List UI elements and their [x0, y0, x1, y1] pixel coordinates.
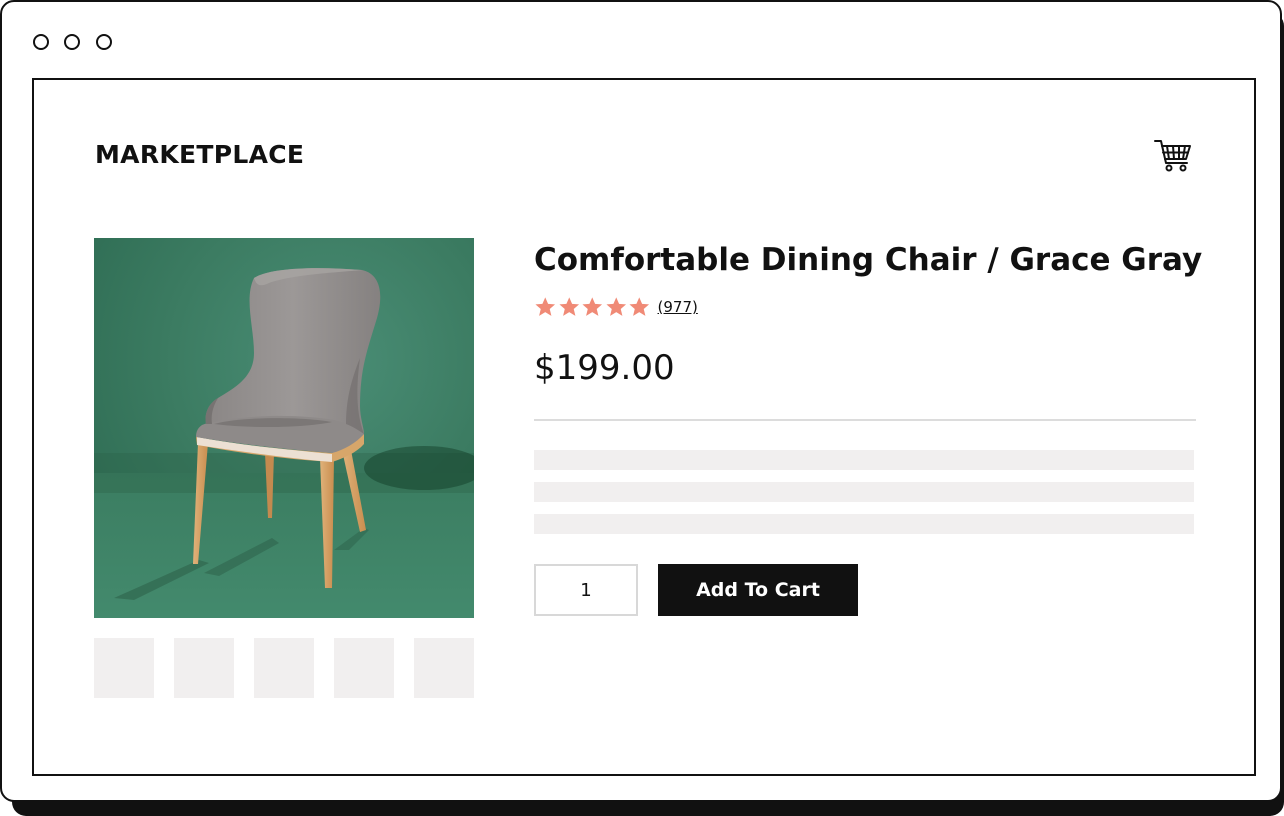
- star-icon: [558, 297, 579, 316]
- product-price: $199.00: [534, 348, 675, 388]
- divider: [534, 419, 1196, 421]
- product-title: Comfortable Dining Chair / Grace Gray: [534, 242, 1203, 278]
- description-placeholder-line: [534, 482, 1194, 502]
- star-icon: [535, 297, 556, 316]
- description-placeholder-line: [534, 450, 1194, 470]
- window-dot-minimize[interactable]: [64, 34, 80, 50]
- shopping-cart-icon: [1154, 140, 1191, 172]
- star-icon: [582, 297, 603, 316]
- thumbnail-2[interactable]: [174, 638, 234, 698]
- product-rating: (977): [534, 294, 698, 320]
- window-dot-maximize[interactable]: [96, 34, 112, 50]
- star-rating: [534, 296, 651, 318]
- thumbnail-5[interactable]: [414, 638, 474, 698]
- review-count-link[interactable]: (977): [658, 298, 698, 316]
- description-placeholder-line: [534, 514, 1194, 534]
- thumbnail-1[interactable]: [94, 638, 154, 698]
- thumbnail-3[interactable]: [254, 638, 314, 698]
- page-viewport: MARKETPLACE Comfortable Dining Chair / G…: [32, 78, 1256, 776]
- browser-window: MARKETPLACE Comfortable Dining Chair / G…: [0, 0, 1282, 802]
- window-dot-close[interactable]: [33, 34, 49, 50]
- star-icon: [629, 297, 650, 316]
- product-main-image[interactable]: [94, 238, 474, 618]
- quantity-input[interactable]: [534, 564, 638, 616]
- star-icon: [605, 297, 626, 316]
- thumbnail-4[interactable]: [334, 638, 394, 698]
- brand-logo[interactable]: MARKETPLACE: [95, 140, 304, 169]
- cart-button[interactable]: [1153, 135, 1193, 175]
- add-to-cart-button[interactable]: Add To Cart: [658, 564, 858, 616]
